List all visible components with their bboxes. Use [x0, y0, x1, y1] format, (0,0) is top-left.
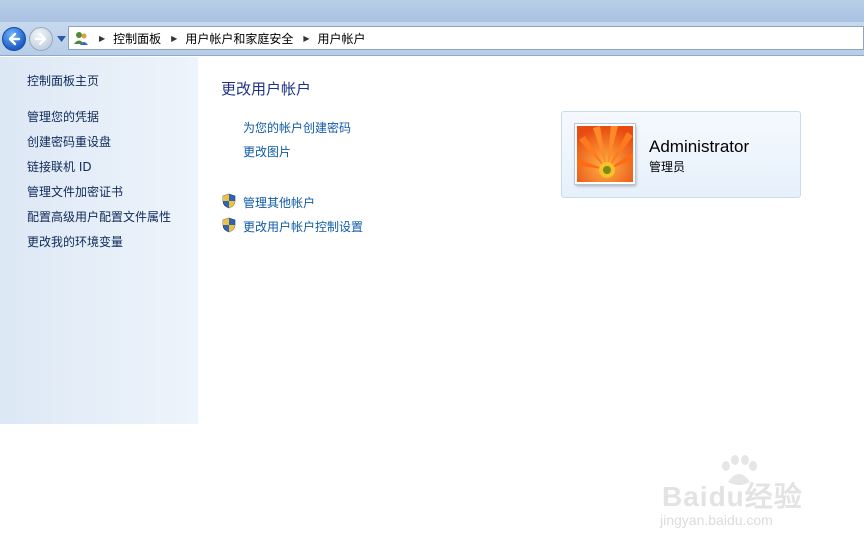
account-card: Administrator 管理员 — [561, 111, 801, 198]
manage-other-accounts-link[interactable]: 管理其他帐户 — [243, 194, 315, 211]
flower-picture-icon — [577, 126, 633, 182]
shield-icon — [222, 193, 236, 209]
back-button[interactable] — [2, 27, 26, 51]
watermark-brand: Baidu经验 — [662, 481, 803, 512]
breadcrumb-user-accounts[interactable]: 用户帐户 — [318, 30, 366, 47]
navigation-bar: ▶ 控制面板 ▶ 用户帐户和家庭安全 ▶ 用户帐户 — [0, 22, 864, 56]
arrow-right-icon — [34, 32, 47, 46]
breadcrumb-arrow-icon[interactable]: ▶ — [171, 34, 177, 43]
breadcrumb-arrow-icon[interactable]: ▶ — [99, 34, 105, 43]
user-accounts-icon — [74, 32, 88, 45]
account-role: 管理员 — [649, 160, 686, 174]
uac-settings-link[interactable]: 更改用户帐户控制设置 — [243, 218, 363, 235]
breadcrumb-arrow-icon[interactable]: ▶ — [303, 34, 309, 43]
recent-pages-button[interactable] — [55, 32, 67, 46]
sidebar-item-create-reset-disk[interactable]: 创建密码重设盘 — [27, 133, 111, 150]
arrow-left-icon — [8, 32, 21, 46]
avatar[interactable] — [575, 124, 635, 184]
sidebar-item-link-online-id[interactable]: 链接联机 ID — [27, 158, 92, 175]
breadcrumb-control-panel[interactable]: 控制面板 — [113, 30, 161, 47]
sidebar-item-manage-encryption-certificates[interactable]: 管理文件加密证书 — [27, 183, 123, 200]
shield-icon — [222, 217, 236, 233]
forward-button[interactable] — [29, 27, 53, 51]
change-picture-link[interactable]: 更改图片 — [243, 143, 291, 160]
page-title: 更改用户帐户 — [221, 80, 312, 98]
sidebar-item-manage-credentials[interactable]: 管理您的凭据 — [27, 108, 99, 125]
address-bar[interactable]: ▶ 控制面板 ▶ 用户帐户和家庭安全 ▶ 用户帐户 — [68, 26, 864, 50]
watermark-url: jingyan.baidu.com — [660, 512, 773, 528]
create-password-link[interactable]: 为您的帐户创建密码 — [243, 119, 351, 136]
account-name: Administrator — [649, 137, 750, 156]
sidebar-item-control-panel-home[interactable]: 控制面板主页 — [27, 72, 99, 89]
chevron-down-icon — [56, 36, 66, 42]
sidebar-item-environment-variables[interactable]: 更改我的环境变量 — [27, 233, 123, 250]
sidebar-item-advanced-profile-properties[interactable]: 配置高级用户配置文件属性 — [27, 208, 171, 225]
sidebar: 控制面板主页 管理您的凭据 创建密码重设盘 链接联机 ID 管理文件加密证书 配… — [0, 57, 198, 424]
breadcrumb-user-accounts-family-safety[interactable]: 用户帐户和家庭安全 — [185, 30, 293, 47]
window-titlebar — [0, 0, 864, 22]
